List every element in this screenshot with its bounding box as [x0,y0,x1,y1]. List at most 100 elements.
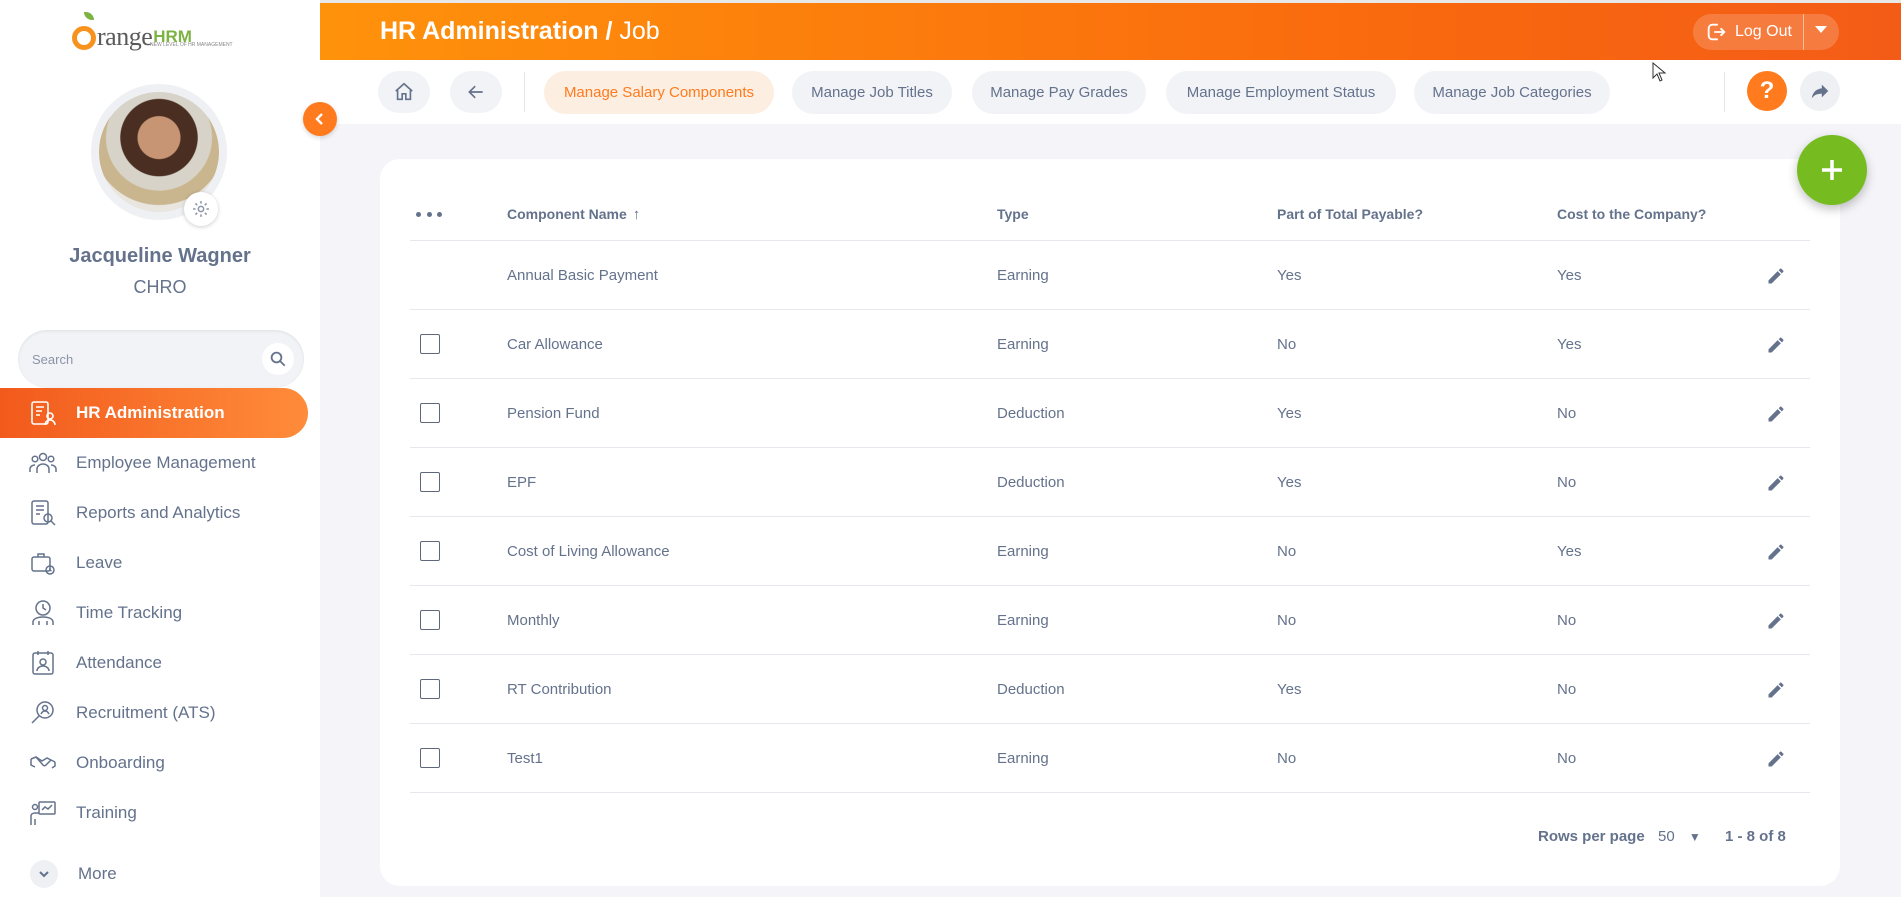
sidebar-item-label: Attendance [76,653,163,672]
pagination-range: 1 - 8 of 8 [1725,828,1786,845]
row-checkbox[interactable] [420,334,440,354]
mouse-cursor-icon [1652,61,1667,87]
cell-type: Deduction [997,681,1065,698]
attendance-icon [28,648,58,678]
logout-button[interactable]: Log Out [1693,14,1839,50]
home-icon [395,82,413,101]
sidebar-item-reports-and-analytics[interactable]: Reports and Analytics [0,488,320,538]
table-row[interactable]: Test1 Earning No No [410,724,1810,793]
cell-component-name: Monthly [507,612,560,629]
sort-ascending-icon[interactable]: ↑ [633,206,641,223]
sidebar-item-hr-administration[interactable]: HR Administration [0,388,308,438]
home-button[interactable] [378,71,430,113]
cell-component-name: Pension Fund [507,405,600,422]
sidebar-item-employee-management[interactable]: Employee Management [0,438,320,488]
search-input[interactable] [32,348,252,370]
table-row[interactable]: RT Contribution Deduction Yes No [410,655,1810,724]
share-button[interactable] [1800,71,1840,111]
more-options-icon[interactable] [416,204,442,224]
cell-component-name: EPF [507,474,537,491]
table-row[interactable]: Annual Basic Payment Earning Yes Yes [410,241,1810,310]
help-button[interactable]: ? [1747,71,1787,111]
row-checkbox[interactable] [420,610,440,630]
cell-type: Earning [997,612,1049,629]
sidebar-item-time-tracking[interactable]: Time Tracking [0,588,320,638]
sidebar-item-training[interactable]: Training [0,788,320,838]
cell-component-name: Car Allowance [507,336,603,353]
edit-pencil-icon[interactable] [1763,263,1789,289]
sidebar-item-attendance[interactable]: Attendance [0,638,320,688]
row-checkbox[interactable] [420,403,440,423]
hr-admin-icon [28,398,58,428]
sidebar-item-recruitment[interactable]: Recruitment (ATS) [0,688,320,738]
sidebar-item-label: Recruitment (ATS) [76,703,216,722]
table-row[interactable]: Cost of Living Allowance Earning No Yes [410,517,1810,586]
orangehrm-logo[interactable]: range HRM NEW LEVEL OF HR MANAGEMENT [72,12,233,52]
table-row[interactable]: Monthly Earning No No [410,586,1810,655]
edit-pencil-icon[interactable] [1763,746,1789,772]
employee-icon [28,448,58,478]
row-checkbox[interactable] [420,748,440,768]
page-title-main: HR Administration / [380,17,620,45]
row-checkbox[interactable] [420,472,440,492]
tab-manage-pay-grades[interactable]: Manage Pay Grades [972,71,1146,114]
sidebar-collapse-button[interactable] [303,102,337,136]
sidebar-more-label: More [78,864,117,883]
column-header-component-name[interactable]: Component Name ↑ [507,206,640,223]
sidebar: range HRM NEW LEVEL OF HR MANAGEMENT Jac… [0,0,320,897]
rows-per-page-label: Rows per page [1538,828,1645,845]
recruitment-icon [28,698,58,728]
chevron-left-icon [315,113,323,125]
edit-pencil-icon[interactable] [1763,332,1789,358]
dropdown-caret-icon: ▼ [1688,830,1701,844]
cell-type: Deduction [997,474,1065,491]
cell-part-of-total-payable: No [1277,612,1297,629]
edit-pencil-icon[interactable] [1763,608,1789,634]
cell-cost-to-company: No [1557,405,1577,422]
tab-manage-job-categories[interactable]: Manage Job Categories [1414,71,1610,114]
row-checkbox[interactable] [420,541,440,561]
share-icon [1811,84,1829,99]
sidebar-item-label: Employee Management [76,453,256,472]
cell-part-of-total-payable: Yes [1277,681,1302,698]
leave-icon [28,548,58,578]
tab-manage-salary-components[interactable]: Manage Salary Components [544,71,774,114]
logout-label: Log Out [1735,23,1792,40]
chevron-down-icon [30,860,58,888]
cell-component-name: Annual Basic Payment [507,267,658,284]
tab-manage-employment-status[interactable]: Manage Employment Status [1166,71,1396,114]
column-header-type[interactable]: Type [997,206,1029,222]
salary-components-table: Component Name ↑ Type Part of Total Payab… [380,159,1840,886]
column-header-cost-to-company[interactable]: Cost to the Company? [1557,206,1706,222]
table-row[interactable]: Car Allowance Earning No Yes [410,310,1810,379]
edit-pencil-icon[interactable] [1763,677,1789,703]
reports-icon [28,498,58,528]
add-button[interactable] [1797,135,1867,205]
column-header-part-of-total-payable[interactable]: Part of Total Payable? [1277,206,1423,222]
table-row[interactable]: Pension Fund Deduction Yes No [410,379,1810,448]
training-icon [28,798,58,828]
sidebar-item-label: Onboarding [76,753,165,772]
edit-pencil-icon[interactable] [1763,401,1789,427]
cell-part-of-total-payable: No [1277,336,1297,353]
cell-component-name: RT Contribution [507,681,612,698]
cell-type: Deduction [997,405,1065,422]
tab-manage-job-titles[interactable]: Manage Job Titles [792,71,952,114]
logout-dropdown-caret-icon[interactable] [1815,26,1827,33]
sidebar-more[interactable]: More [0,852,117,896]
row-checkbox[interactable] [420,679,440,699]
cell-component-name: Cost of Living Allowance [507,543,670,560]
time-tracking-icon [28,598,58,628]
sidebar-item-onboarding[interactable]: Onboarding [0,738,320,788]
arrow-left-icon [468,85,483,99]
edit-pencil-icon[interactable] [1763,470,1789,496]
back-button[interactable] [450,71,502,113]
edit-pencil-icon[interactable] [1763,539,1789,565]
sidebar-item-leave[interactable]: Leave [0,538,320,588]
search-icon[interactable] [262,343,294,375]
cell-type: Earning [997,336,1049,353]
profile-settings-gear-icon[interactable] [184,192,218,226]
table-row[interactable]: EPF Deduction Yes No [410,448,1810,517]
cell-cost-to-company: Yes [1557,336,1582,353]
rows-per-page-select[interactable]: 50 ▼ [1658,828,1701,845]
